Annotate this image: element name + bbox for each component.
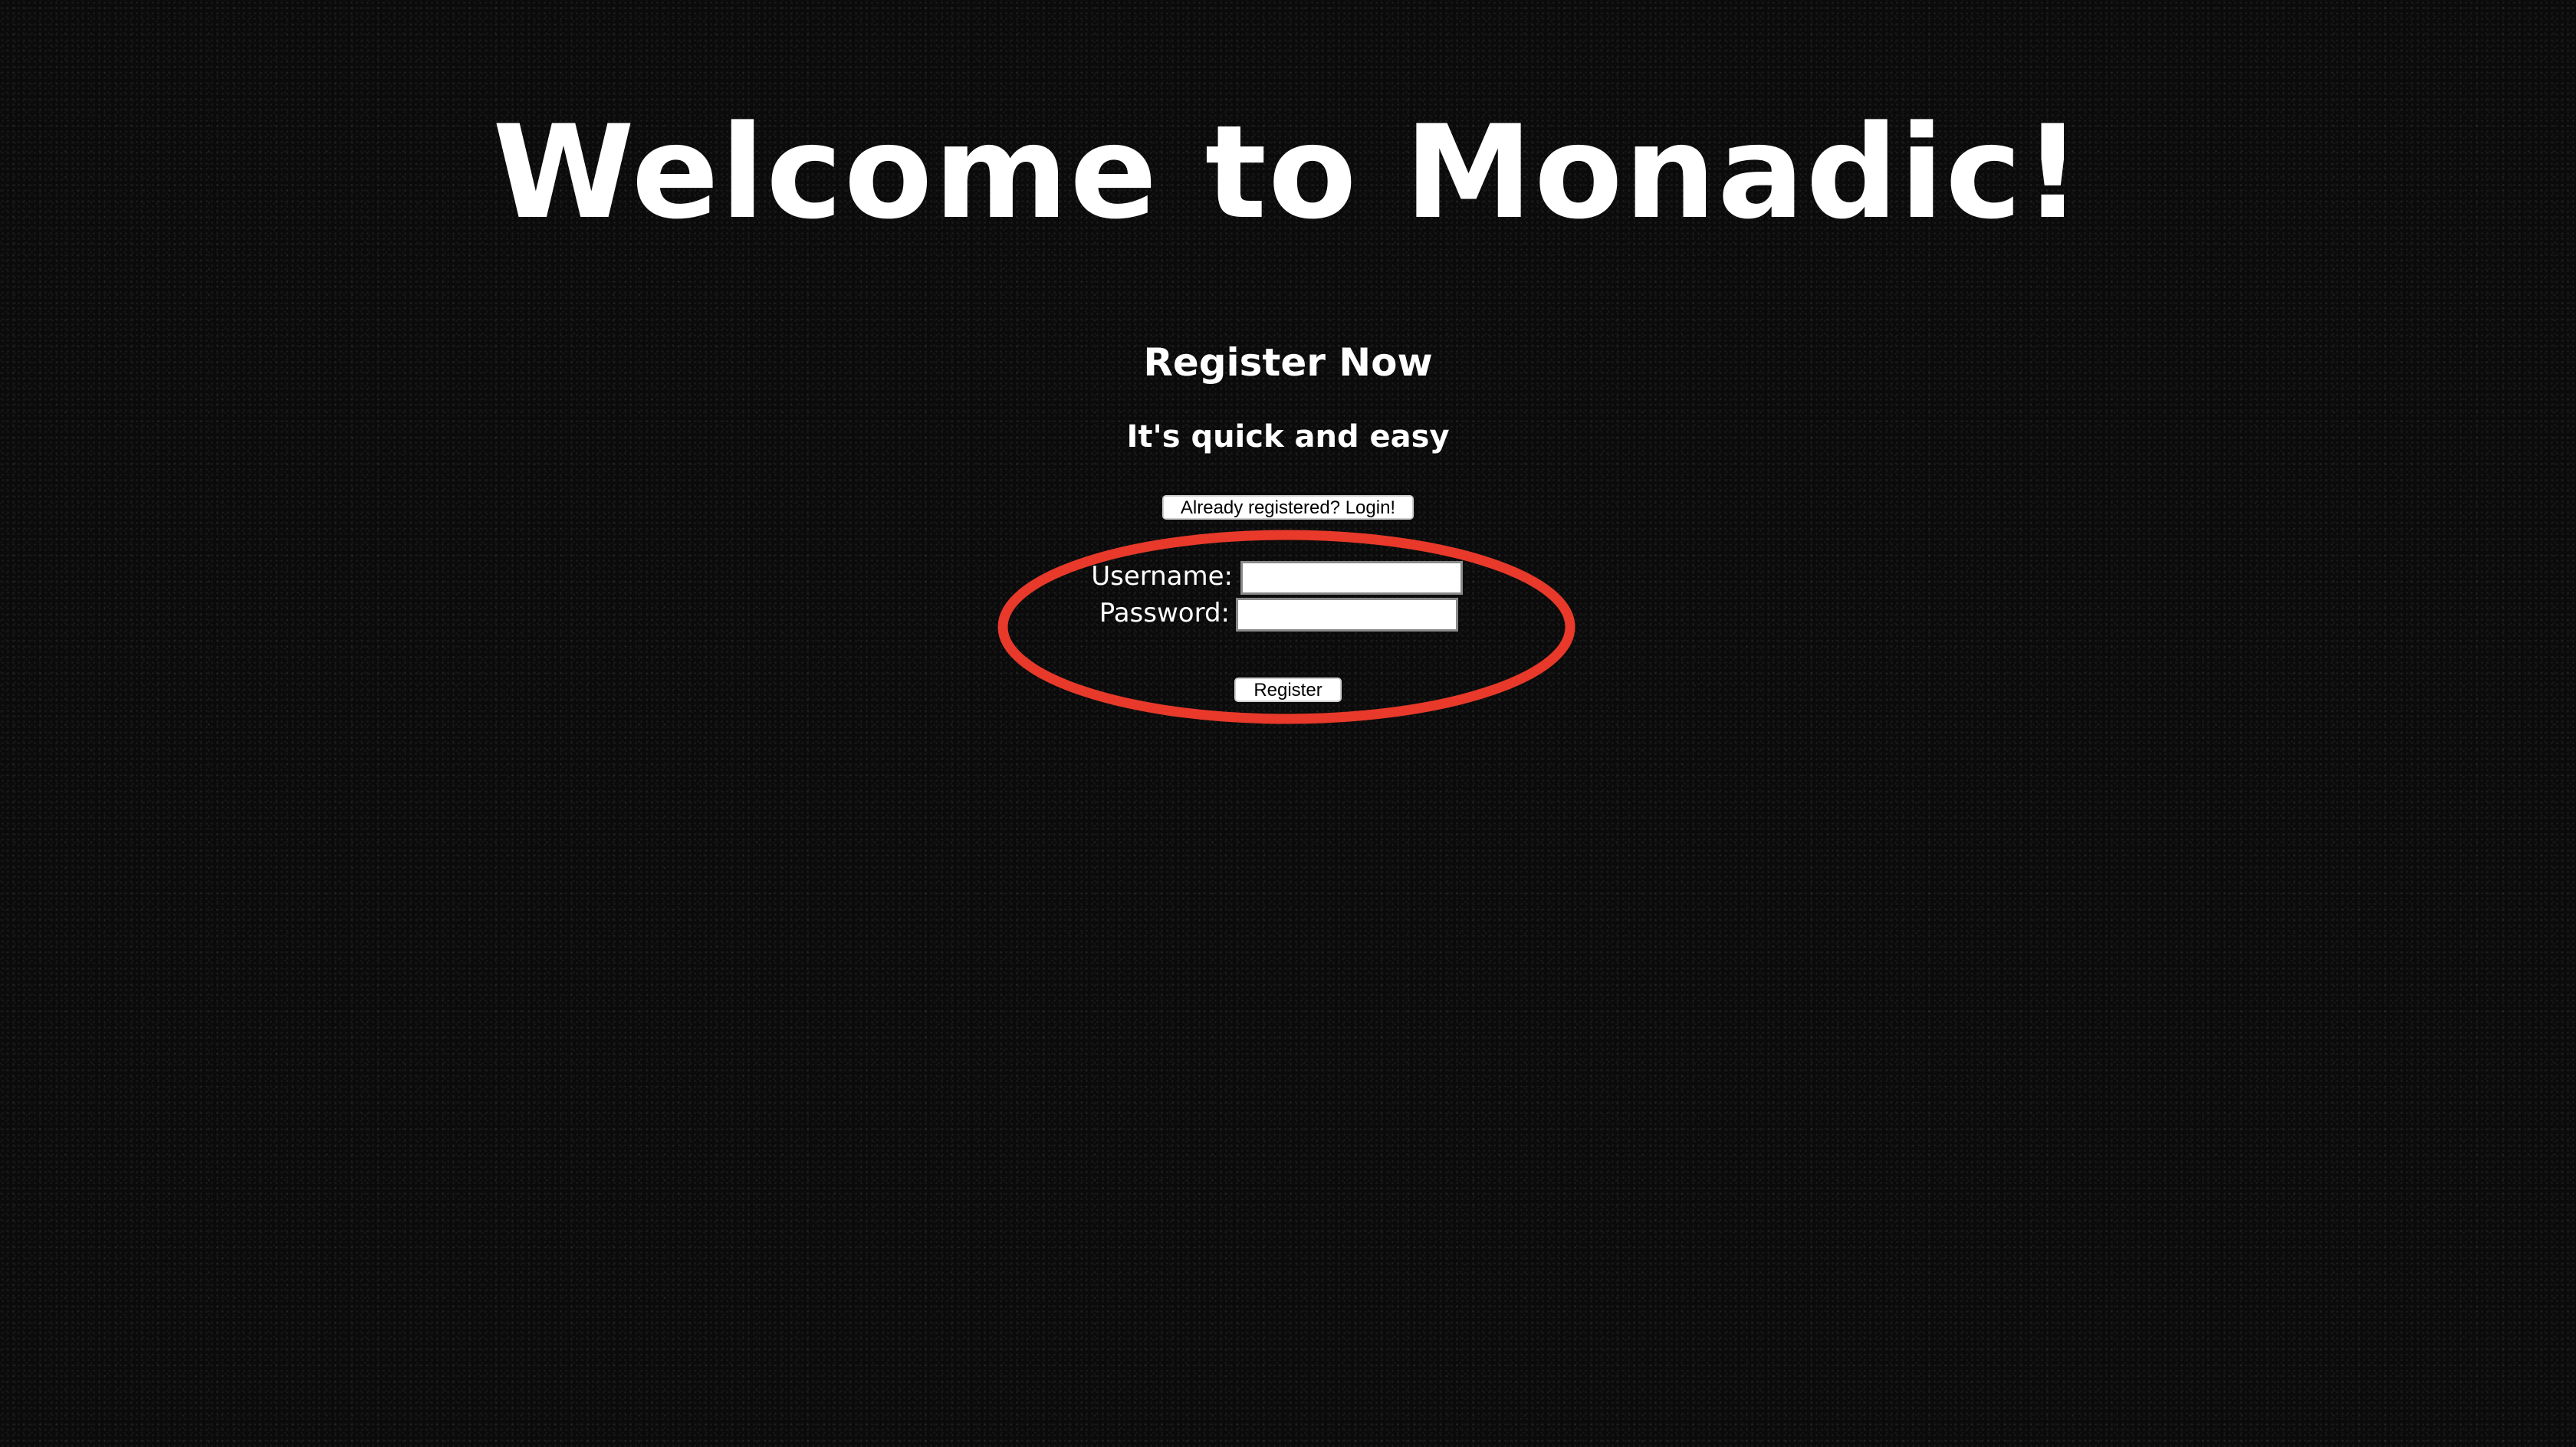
password-label: Password: [1099, 598, 1230, 628]
register-heading: Register Now [1143, 340, 1433, 385]
username-input[interactable] [1240, 561, 1463, 595]
password-input[interactable] [1236, 598, 1458, 632]
username-label: Username: [1091, 561, 1233, 592]
register-button[interactable]: Register [1234, 678, 1342, 702]
tagline: It's quick and easy [1126, 419, 1450, 454]
login-button[interactable]: Already registered? Login! [1162, 495, 1414, 520]
page-title: Welcome to Monadic! [492, 97, 2084, 248]
